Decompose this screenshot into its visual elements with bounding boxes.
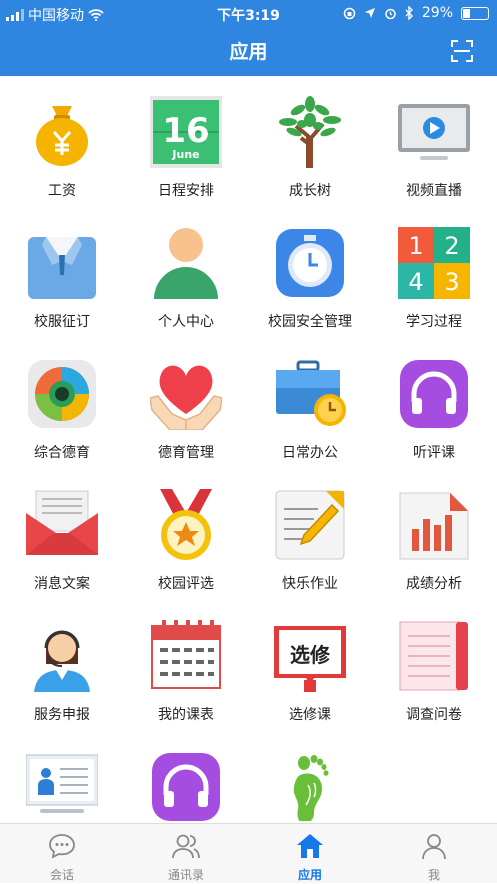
app-campus-selection[interactable]: 校园评选: [124, 469, 248, 600]
calendar-16-june-icon: 16 June: [150, 96, 222, 168]
app-elective-course[interactable]: 选修 选修课: [248, 600, 372, 731]
app-label: 日常办公: [282, 445, 338, 461]
location-icon: [364, 8, 375, 18]
circle-menu-icon: [28, 360, 96, 428]
page-title: 应用: [229, 41, 268, 63]
user-icon: [422, 834, 446, 860]
app-label: 选修课: [289, 707, 331, 723]
presentation-board-icon: [26, 754, 98, 813]
tab-me[interactable]: 我: [372, 824, 496, 884]
app-campus-safety[interactable]: 校园安全管理: [248, 207, 372, 338]
home-icon: [297, 834, 323, 858]
clock-safety-icon: [276, 229, 344, 297]
tab-label: 会话: [49, 868, 74, 882]
app-learning-process[interactable]: 1 2 4 3 学习过程: [372, 207, 496, 338]
app-label: 校园评选: [158, 576, 214, 592]
tree-icon: [279, 96, 341, 168]
block-digit: 4: [408, 268, 423, 296]
app-schedule[interactable]: 16 June 日程安排: [124, 76, 248, 207]
book-text: 选修: [290, 643, 331, 667]
app-label: 日程安排: [158, 183, 214, 199]
bluetooth-icon: [405, 6, 413, 20]
scan-icon[interactable]: [451, 40, 473, 62]
app-label: 我的课表: [158, 707, 214, 723]
app-salary[interactable]: 工资: [0, 76, 124, 207]
app-label: 个人中心: [158, 314, 214, 330]
app-presentation[interactable]: [0, 731, 124, 821]
app-label: 成绩分析: [406, 576, 462, 592]
app-uniform-order[interactable]: 校服征订: [0, 207, 124, 338]
app-label: 视频直播: [406, 183, 462, 199]
tab-apps[interactable]: 应用: [248, 824, 372, 884]
app-my-timetable[interactable]: 我的课表: [124, 600, 248, 731]
app-happy-homework[interactable]: 快乐作业: [248, 469, 372, 600]
tab-bar: 会话 通讯录 应用 我: [0, 823, 497, 883]
alarm-icon: [385, 8, 396, 19]
block-digit: 3: [444, 268, 459, 296]
app-label: 快乐作业: [282, 576, 338, 592]
app-message-copy[interactable]: 消息文案: [0, 469, 124, 600]
bar-report-icon: [399, 492, 469, 560]
tab-label: 应用: [297, 868, 322, 882]
status-bar: 中国移动 下午3:19 29%: [0, 0, 497, 26]
calendar-day: 16: [162, 111, 209, 151]
block-digit: 1: [408, 232, 423, 260]
timetable-icon: [151, 620, 221, 689]
app-label: 学习过程: [406, 314, 462, 330]
app-grid: 工资 16 June 日程安排 成长树 视频直播 校服征订 个人中心 校园安全管…: [0, 76, 497, 821]
app-lesson-review[interactable]: 听评课: [372, 338, 496, 469]
app-service-report[interactable]: 服务申报: [0, 600, 124, 731]
elective-book-icon: 选修: [274, 626, 346, 692]
tab-contacts[interactable]: 通讯录: [124, 824, 248, 884]
chat-icon: [49, 834, 75, 859]
app-label: 听评课: [413, 445, 455, 461]
app-label: 消息文案: [34, 576, 90, 592]
money-bag-icon: [36, 106, 88, 166]
headphones-icon: [400, 360, 468, 428]
app-personal-center[interactable]: 个人中心: [124, 207, 248, 338]
app-listen-2[interactable]: [124, 731, 248, 821]
person-icon: [154, 228, 218, 299]
tab-label: 通讯录: [167, 868, 204, 882]
heart-hands-icon: [150, 365, 222, 430]
app-daily-office[interactable]: 日常办公: [248, 338, 372, 469]
uniform-shirt-icon: [28, 237, 96, 299]
orientation-lock-icon: [343, 7, 356, 19]
medal-icon: [160, 489, 212, 560]
headphones-icon: [152, 753, 220, 821]
app-label: 成长树: [289, 183, 331, 199]
footprint-icon: [293, 755, 329, 821]
app-moral-management[interactable]: 德育管理: [124, 338, 248, 469]
app-label: 调查问卷: [406, 707, 462, 723]
notebook-icon: [399, 621, 468, 691]
block-digit: 2: [444, 232, 459, 260]
briefcase-icon: [276, 360, 346, 426]
contacts-icon: [172, 834, 200, 859]
app-grade-analysis[interactable]: 成绩分析: [372, 469, 496, 600]
tab-chat[interactable]: 会话: [0, 824, 124, 884]
pen-paper-icon: [275, 490, 345, 560]
number-blocks-icon: 1 2 4 3: [398, 227, 470, 299]
service-agent-icon: [34, 630, 90, 692]
app-label: 校园安全管理: [268, 314, 352, 330]
app-moral-education[interactable]: 综合德育: [0, 338, 124, 469]
app-label: 工资: [48, 183, 76, 199]
app-footprint[interactable]: [248, 731, 372, 821]
calendar-month: June: [171, 148, 199, 161]
app-label: 综合德育: [34, 445, 90, 461]
app-label: 校服征订: [34, 314, 90, 330]
envelope-icon: [26, 490, 98, 555]
app-video-live[interactable]: 视频直播: [372, 76, 496, 207]
app-survey[interactable]: 调查问卷: [372, 600, 496, 731]
tab-label: 我: [427, 868, 440, 882]
video-play-icon: [398, 104, 470, 160]
header: 应用: [0, 26, 497, 76]
battery-icon: [461, 6, 489, 20]
battery-percent: 29%: [421, 5, 453, 21]
app-label: 服务申报: [34, 707, 90, 723]
app-label: 德育管理: [158, 445, 214, 461]
app-growth-tree[interactable]: 成长树: [248, 76, 372, 207]
